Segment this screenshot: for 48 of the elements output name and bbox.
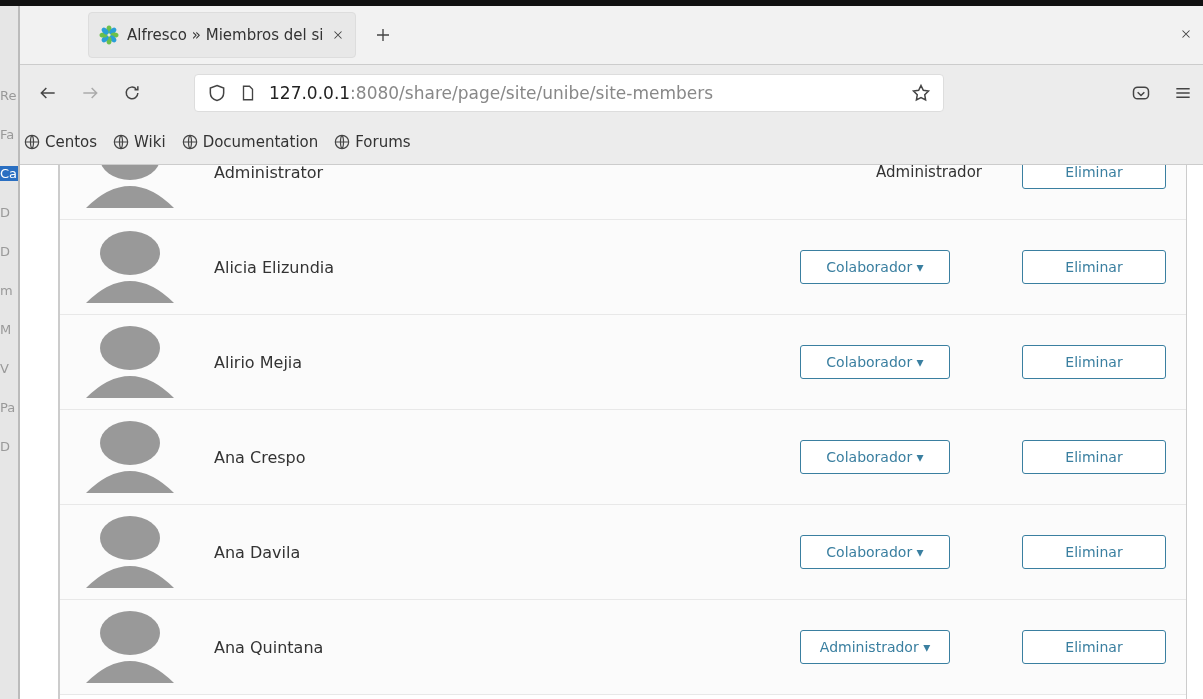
member-name: Ana Davila xyxy=(214,542,302,562)
bookmark-link[interactable]: Centos xyxy=(24,133,98,151)
member-name: Alicia Elizundia xyxy=(214,257,336,277)
role-dropdown[interactable]: Colaborador ▾ xyxy=(800,345,950,379)
globe-icon xyxy=(113,134,130,150)
sidebar-item[interactable]: D xyxy=(0,439,18,454)
address-bar[interactable]: 127.0.0.1:8080/share/page/site/unibe/site-members xyxy=(194,73,944,112)
shield-icon[interactable] xyxy=(207,82,227,103)
remove-button[interactable]: Eliminar xyxy=(1022,440,1166,474)
globe-icon xyxy=(334,134,351,150)
remove-button[interactable]: Eliminar xyxy=(1022,630,1166,664)
remove-button[interactable]: Eliminar xyxy=(1022,345,1166,379)
avatar-icon xyxy=(86,516,174,588)
url-text: 127.0.0.1:8080/share/page/site/unibe/site-members xyxy=(269,82,715,103)
sidebar-item[interactable]: M xyxy=(0,322,18,337)
role-dropdown[interactable]: Colaborador ▾ xyxy=(800,535,950,569)
globe-icon xyxy=(181,134,198,150)
remove-button[interactable]: Eliminar xyxy=(1022,165,1166,189)
remove-button[interactable]: Eliminar xyxy=(1022,535,1166,569)
sidebar-item[interactable]: D xyxy=(0,205,18,220)
member-name: Ana Crespo xyxy=(214,447,307,467)
bookmark-link[interactable]: Forums xyxy=(334,133,411,151)
role-label: Administrador xyxy=(876,165,982,181)
role-dropdown[interactable]: Colaborador ▾ xyxy=(800,250,950,284)
bookmark-link[interactable]: Documentation xyxy=(181,133,319,151)
avatar-icon xyxy=(86,421,174,493)
role-dropdown[interactable]: Administrador ▾ xyxy=(800,630,950,664)
sidebar-item[interactable]: D xyxy=(0,244,18,259)
star-icon[interactable] xyxy=(911,82,931,103)
sidebar-item[interactable]: Ca xyxy=(0,166,18,181)
member-name: Ana Quintana xyxy=(214,637,325,657)
browser-tab[interactable]: Alfresco » Miembros del si xyxy=(88,12,357,58)
flower-logo-icon xyxy=(99,25,119,45)
avatar-icon xyxy=(86,231,174,303)
globe-icon xyxy=(24,134,40,150)
sidebar-item[interactable]: Pa xyxy=(0,400,18,415)
sidebar-item[interactable]: Re xyxy=(0,88,18,103)
role-dropdown[interactable]: Colaborador ▾ xyxy=(800,440,950,474)
member-name: Administrator xyxy=(214,165,325,182)
sidebar-item[interactable]: m xyxy=(0,283,18,298)
sidebar-item[interactable]: V xyxy=(0,361,18,376)
avatar-icon xyxy=(86,611,174,683)
member-name: Alirio Mejia xyxy=(214,352,304,372)
sidebar-item[interactable]: Fa xyxy=(0,127,18,142)
tab-title: Alfresco » Miembros del si xyxy=(127,26,324,44)
bookmark-link[interactable]: Wiki xyxy=(113,133,166,151)
avatar-icon xyxy=(86,326,174,398)
remove-button[interactable]: Eliminar xyxy=(1022,250,1166,284)
